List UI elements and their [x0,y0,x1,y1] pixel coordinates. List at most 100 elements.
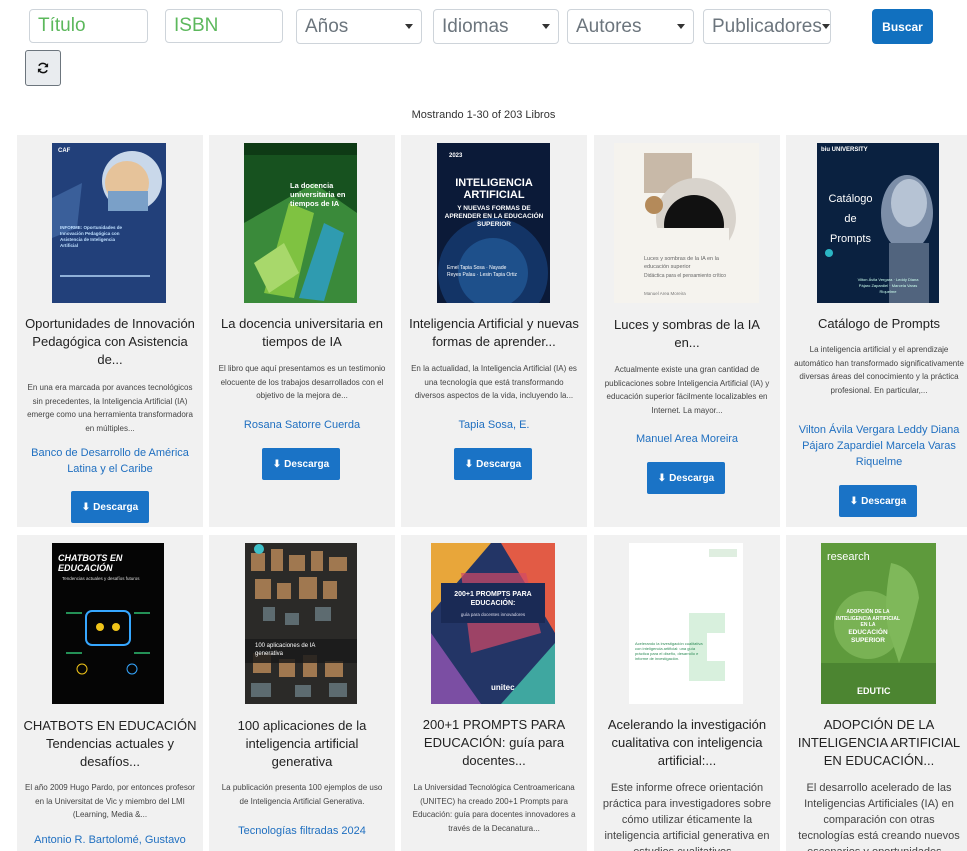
book-card: CAF INFORME: Oportunidades de Innovación… [17,135,203,527]
download-label: Descarga [284,458,330,470]
chevron-down-icon [405,24,413,29]
book-title[interactable]: Inteligencia Artificial y nuevas formas … [407,315,581,351]
book-description: La inteligencia artificial y el aprendiz… [794,345,964,395]
book-author-link[interactable]: Manuel Area Moreira [600,431,774,447]
book-author-link[interactable]: Rosana Satorre Cuerda [215,417,389,433]
cover-subtitle: Didáctica para el pensamiento crítico [644,273,726,279]
book-cover[interactable]: research ADOPCIÓN DE LA INTELIGENCIA ART… [821,543,936,704]
download-icon: ⬇ [272,458,282,470]
book-description: Este informe ofrece orientación práctica… [602,782,772,851]
title-input[interactable] [29,9,148,43]
cover-year: 2023 [449,153,463,159]
book-description: La publicación presenta 100 ejemplos de … [221,783,383,806]
book-cover[interactable]: CAF INFORME: Oportunidades de Innovación… [52,143,166,303]
book-author-link[interactable]: Banco de Desarrollo de América Latina y … [23,445,197,477]
cover-authors: Ernel Tapia Sosa · Nayade Reyes Palau · … [447,265,517,278]
book-title[interactable]: Catálogo de Prompts [792,315,966,333]
download-icon: ⬇ [464,458,474,470]
cover-heading: Luces y sombras de la IA en la educación… [644,256,719,270]
book-card: 2023 INTELIGENCIA ARTIFICIAL Y NUEVAS FO… [401,135,587,527]
cover-brand: biu UNIVERSITY [821,147,868,153]
cover-brand: research [827,551,870,563]
cover-subtitle: Y NUEVAS FORMAS DE APRENDER EN LA EDUCAC… [444,205,544,228]
chevron-down-icon [542,24,550,29]
book-author-link[interactable]: Vilton Ávila Vergara Leddy Diana Pájaro … [792,422,966,470]
book-cover[interactable]: Luces y sombras de la IA en la educación… [614,143,759,303]
book-card: 200+1 PROMPTS PARA EDUCACIÓN: guía para … [401,535,587,851]
book-title[interactable]: CHATBOTS EN EDUCACIÓN Tendencias actuale… [23,717,197,771]
book-description: El libro que aquí presentamos es un test… [218,364,386,400]
book-title[interactable]: Luces y sombras de la IA en... [600,316,774,352]
authors-select[interactable]: Autores [567,9,694,44]
book-card: La docencia universitaria en tiempos de … [209,135,395,527]
cover-heading: CHATBOTS EN EDUCACIÓN [58,553,123,573]
cover-heading: ADOPCIÓN DE LA INTELIGENCIA ARTIFICIAL E… [835,609,901,628]
publishers-select[interactable]: Publicadores [703,9,831,44]
book-card: Acelerando la investigación cualitativa … [594,535,780,851]
publishers-select-label: Publicadores [712,15,822,37]
book-title[interactable]: Acelerando la investigación cualitativa … [600,716,774,770]
languages-select-label: Idiomas [442,15,509,37]
book-card: biu UNIVERSITY Catálogo de Prompts Vilto… [786,135,967,527]
download-button[interactable]: ⬇ Descarga [262,448,340,480]
book-title[interactable]: 200+1 PROMPTS PARA EDUCACIÓN: guía para … [407,716,581,770]
book-cover[interactable]: 2023 INTELIGENCIA ARTIFICIAL Y NUEVAS FO… [437,143,550,303]
download-button[interactable]: ⬇ Descarga [71,491,149,523]
download-button[interactable]: ⬇ Descarga [839,485,917,517]
book-cover-art [52,143,166,303]
chevron-down-icon [677,24,685,29]
download-icon: ⬇ [657,472,667,484]
book-description: La Universidad Tecnológica Centroamerica… [412,783,576,833]
cover-brand: CAF [58,148,71,154]
book-cover[interactable]: La docencia universitaria en tiempos de … [244,143,357,303]
download-button[interactable]: ⬇ Descarga [454,448,532,480]
cover-subtitle: guía para docentes innovadores [460,612,526,617]
filter-bar: Años Idiomas Autores Publicadores Buscar [29,9,949,44]
years-select[interactable]: Años [296,9,422,44]
download-label: Descarga [476,458,522,470]
book-cover-art [614,143,759,303]
book-description: Actualmente existe una gran cantidad de … [604,365,770,415]
book-cover[interactable]: CHATBOTS EN EDUCACIÓN Tendencias actuale… [52,543,164,704]
book-card: Luces y sombras de la IA en la educación… [594,135,780,527]
book-author-link[interactable]: Tapia Sosa, E. [407,417,581,433]
book-title[interactable]: ADOPCIÓN DE LA INTELIGENCIA ARTIFICIAL E… [792,716,966,770]
isbn-input[interactable] [165,9,283,43]
book-card: CHATBOTS EN EDUCACIÓN Tendencias actuale… [17,535,203,851]
cover-heading: Catálogo de Prompts [828,193,873,245]
book-title[interactable]: 100 aplicaciones de la inteligencia arti… [215,717,389,771]
book-title[interactable]: La docencia universitaria en tiempos de … [215,315,389,351]
search-button[interactable]: Buscar [872,9,933,44]
cover-heading: INTELIGENCIA ARTIFICIAL [455,177,533,201]
book-cover[interactable]: Acelerando la investigación cualitativa … [629,543,743,704]
years-select-label: Años [305,15,349,37]
cover-heading: INFORME: Oportunidades de Innovación Ped… [60,225,123,248]
book-author-link[interactable]: Antonio R. Bartolomé, Gustavo [23,832,197,848]
cover-brand: unitec [491,683,515,692]
cover-authors: Vilton Ávila Vergara · Leddy Diana Pájar… [857,277,919,294]
refresh-icon [37,62,49,74]
cover-subtitle: EDUCACIÓN SUPERIOR [848,629,888,644]
chevron-down-icon [821,24,830,29]
results-count: Mostrando 1-30 of 203 Libros [411,109,556,121]
book-author-link[interactable]: Tecnologías filtradas 2024 [215,823,389,839]
book-cover[interactable]: 200+1 PROMPTS PARA EDUCACIÓN: guía para … [431,543,555,704]
download-button[interactable]: ⬇ Descarga [647,462,725,494]
languages-select[interactable]: Idiomas [433,9,559,44]
book-cover[interactable]: biu UNIVERSITY Catálogo de Prompts Vilto… [817,143,939,303]
cover-authors: Manuel Area Moreira [644,291,686,296]
cover-heading: 100 aplicaciones de IA generativa [255,643,316,657]
cover-heading: La docencia universitaria en tiempos de … [290,181,346,208]
download-label: Descarga [669,472,715,484]
refresh-button[interactable] [25,50,61,86]
cover-heading: 200+1 PROMPTS PARA EDUCACIÓN: [454,591,532,607]
cover-subtitle: Tendencias actuales y desafíos futuros [62,576,140,581]
authors-select-label: Autores [576,15,642,37]
book-card: research ADOPCIÓN DE LA INTELIGENCIA ART… [786,535,967,851]
cover-heading: Acelerando la investigación cualitativa … [635,641,703,661]
book-description: En la actualidad, la Inteligencia Artifi… [411,364,577,400]
book-cover[interactable]: 100 aplicaciones de IA generativa [245,543,357,704]
book-description: En una era marcada por avances tecnológi… [27,383,193,433]
book-title[interactable]: Oportunidades de Innovación Pedagógica c… [23,315,197,369]
book-cover-art [431,543,555,704]
